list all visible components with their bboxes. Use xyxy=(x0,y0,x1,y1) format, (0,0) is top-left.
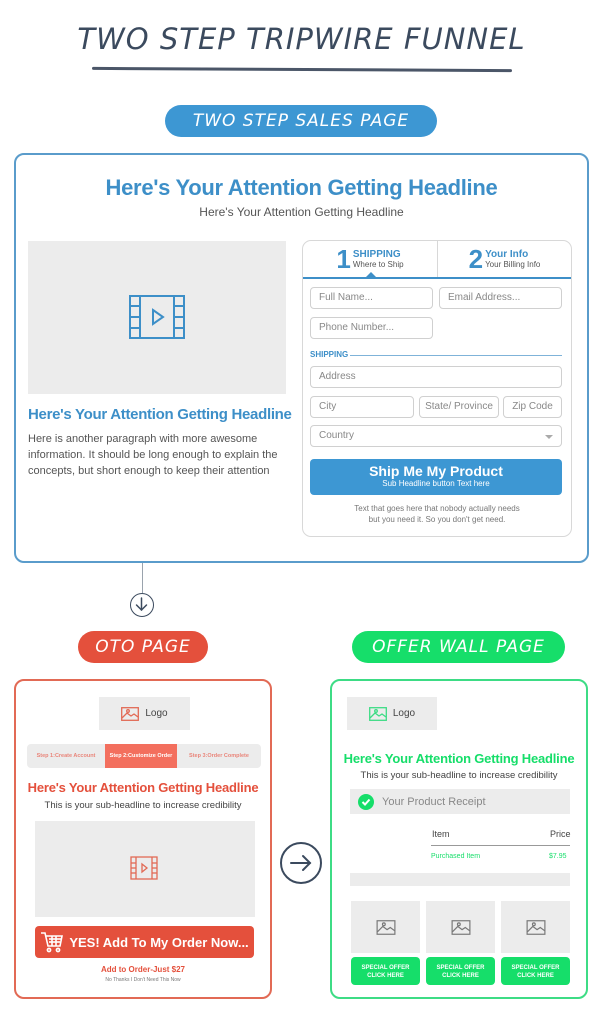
ship-product-button[interactable]: Ship Me My Product Sub Headline button T… xyxy=(310,459,562,495)
step-create-account[interactable]: Step 1:Create Account xyxy=(27,744,105,768)
special-offer-button[interactable]: SPECIAL OFFER CLICK HERE xyxy=(351,957,420,985)
check-circle-icon xyxy=(358,793,374,810)
button-title: Ship Me My Product xyxy=(369,463,503,479)
button-label: YES! Add To My Order Now... xyxy=(69,934,249,950)
oto-headline: Here's Your Attention Getting Headline xyxy=(27,780,259,795)
sales-page-label: TWO STEP SALES PAGE xyxy=(165,105,437,137)
logo-placeholder: Logo xyxy=(99,697,190,730)
offer-image[interactable] xyxy=(351,901,420,953)
step-customize-order[interactable]: Step 2:Customize Order xyxy=(105,744,177,768)
offer-wall-headline: Here's Your Attention Getting Headline xyxy=(343,751,575,766)
shopping-cart-icon xyxy=(41,932,64,953)
video-film-icon xyxy=(129,295,185,339)
logo-label: Logo xyxy=(392,708,416,719)
phone-input[interactable]: Phone Number... xyxy=(310,317,433,339)
oto-subheadline: This is your sub-headline to increase cr… xyxy=(44,800,242,811)
order-form: 1 SHIPPING Where to Ship 2 Your Info You… xyxy=(302,240,572,537)
title-underline xyxy=(91,66,513,73)
button-subtitle: Sub Headline button Text here xyxy=(382,479,490,488)
chevron-down-icon xyxy=(545,435,553,439)
oto-page-mockup: Logo Step 1:Create Account Step 2:Custom… xyxy=(14,679,272,999)
step-number: 2 xyxy=(468,244,484,274)
sales-headline: Here's Your Attention Getting Headline xyxy=(105,175,498,200)
sales-subheadline: Here's Your Attention Getting Headline xyxy=(199,205,404,219)
full-name-input[interactable]: Full Name... xyxy=(310,287,433,309)
tab-your-info[interactable]: 2 Your Info Your Billing Info xyxy=(437,241,571,277)
country-select[interactable]: Country xyxy=(310,425,562,447)
active-tab-caret-icon xyxy=(366,272,376,277)
logo-label: Logo xyxy=(145,708,168,719)
offer-wall-page-label: OFFER WALL PAGE xyxy=(352,631,565,663)
special-offer-button[interactable]: SPECIAL OFFER CLICK HERE xyxy=(426,957,495,985)
offer-wall-page-mockup: Logo Here's Your Attention Getting Headl… xyxy=(330,679,588,999)
offer-line: SPECIAL OFFER xyxy=(436,965,485,971)
logo-placeholder: Logo xyxy=(347,697,437,730)
oto-price-text: Add to Order-Just $27 xyxy=(100,965,185,974)
state-input[interactable]: State/ Province xyxy=(419,396,499,418)
email-input[interactable]: Email Address... xyxy=(439,287,562,309)
add-to-order-button[interactable]: YES! Add To My Order Now... xyxy=(35,926,254,958)
content-headline: Here's Your Attention Getting Headline xyxy=(28,406,292,423)
offer-line: CLICK HERE xyxy=(517,973,554,979)
image-icon xyxy=(376,919,395,935)
step-subtitle: Where to Ship xyxy=(352,259,404,269)
offer-line: SPECIAL OFFER xyxy=(511,965,560,971)
section-divider xyxy=(350,355,562,356)
table-divider xyxy=(431,845,570,846)
video-placeholder[interactable] xyxy=(28,241,286,394)
offer-line: CLICK HERE xyxy=(442,973,479,979)
offer-image[interactable] xyxy=(426,901,495,953)
offer-line: CLICK HERE xyxy=(367,973,404,979)
no-thanks-link[interactable]: No Thanks I Don't Need This Now xyxy=(16,977,270,983)
offer-wall-subheadline: This is your sub-headline to increase cr… xyxy=(360,770,558,781)
country-select-value: Country xyxy=(319,430,355,441)
oto-page-label: OTO PAGE xyxy=(78,631,208,663)
shipping-section-label: SHIPPING xyxy=(310,350,349,359)
offer-line: SPECIAL OFFER xyxy=(361,965,410,971)
arrow-right-icon xyxy=(280,842,322,884)
image-icon xyxy=(451,919,470,935)
step-subtitle: Your Billing Info xyxy=(485,259,541,269)
placeholder-bar xyxy=(350,873,570,886)
receipt-header: Your Product Receipt xyxy=(350,789,570,814)
step-order-complete[interactable]: Step 3:Order Complete xyxy=(177,744,261,768)
special-offer-button[interactable]: SPECIAL OFFER CLICK HERE xyxy=(501,957,570,985)
video-film-icon xyxy=(130,856,158,880)
step-title: SHIPPING xyxy=(352,248,401,260)
zip-input[interactable]: Zip Code xyxy=(503,396,562,418)
diagram-title: TWO STEP TRIPWIRE FUNNEL xyxy=(77,22,526,56)
address-input[interactable]: Address xyxy=(310,366,562,388)
content-paragraph: Here is another paragraph with more awes… xyxy=(28,433,278,477)
column-header-item: Item xyxy=(432,829,450,839)
image-icon xyxy=(121,706,140,721)
step-title: Your Info xyxy=(485,248,529,260)
column-header-price: Price xyxy=(550,829,571,839)
receipt-label: Your Product Receipt xyxy=(382,795,486,808)
image-icon xyxy=(526,919,545,935)
form-note-line: Text that goes here that nobody actually… xyxy=(354,504,520,513)
form-steps: 1 SHIPPING Where to Ship 2 Your Info You… xyxy=(303,241,571,279)
sales-page-mockup: Here's Your Attention Getting Headline H… xyxy=(14,153,589,563)
flow-connector-line xyxy=(142,563,143,593)
order-steps: Step 1:Create Account Step 2:Customize O… xyxy=(27,744,261,768)
arrow-down-icon xyxy=(130,593,154,617)
image-icon xyxy=(368,706,387,721)
step-number: 1 xyxy=(336,244,351,274)
city-input[interactable]: City xyxy=(310,396,414,418)
form-note: Text that goes here that nobody actually… xyxy=(303,503,571,525)
form-note-line: but you need it. So you don't get need. xyxy=(368,515,506,524)
table-cell-item: Purchased Item xyxy=(431,853,481,860)
table-cell-price: $7.95 xyxy=(549,853,567,860)
offer-image[interactable] xyxy=(501,901,570,953)
video-placeholder[interactable] xyxy=(35,821,255,917)
